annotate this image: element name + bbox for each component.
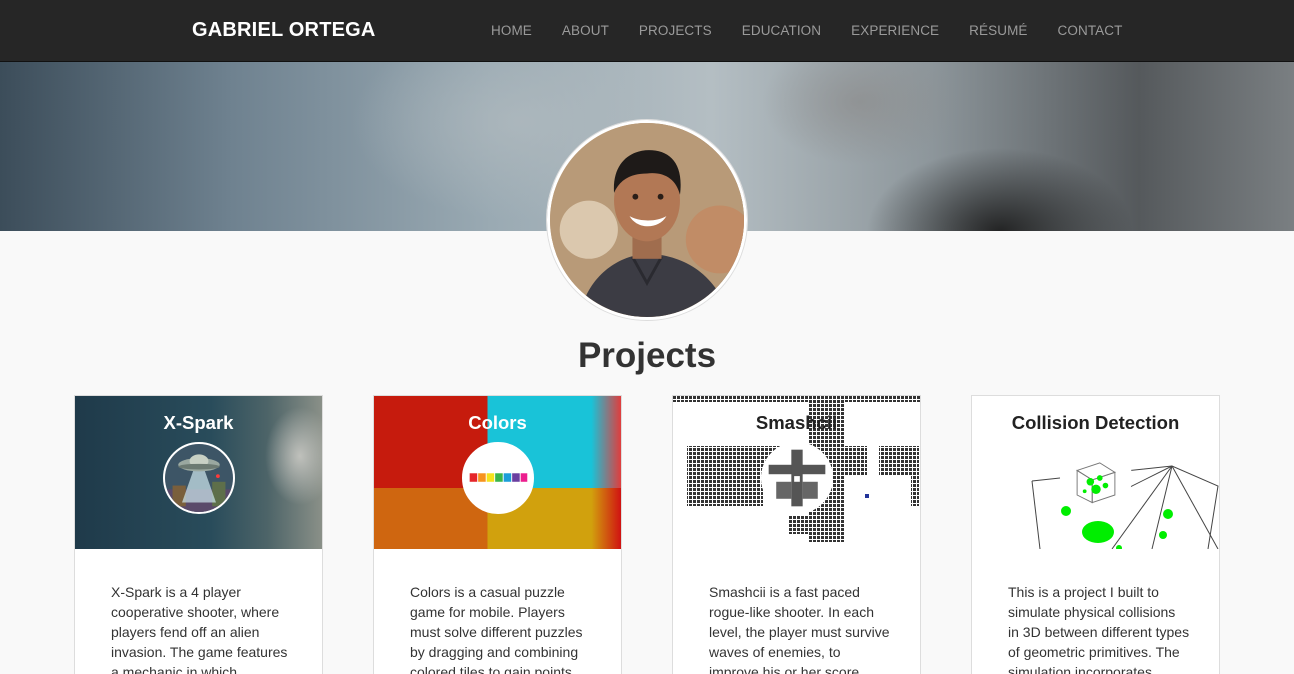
- project-title: Smashcii: [755, 412, 838, 433]
- nav-link-about[interactable]: ABOUT: [547, 0, 624, 61]
- nav-link-resume[interactable]: RÉSUMÉ: [954, 0, 1042, 61]
- project-card-smashcii[interactable]: Smashcii Smashcii is a fast paced rogue-…: [672, 395, 921, 674]
- project-title: Colors: [468, 412, 527, 433]
- nav-item-education: EDUCATION: [727, 0, 836, 62]
- nav-item-contact: CONTACT: [1043, 0, 1138, 62]
- profile-photo-image: [550, 123, 744, 317]
- project-card-header: X-Spark: [75, 396, 322, 549]
- smashcii-map-icon: [761, 442, 833, 514]
- project-description: Smashcii is a fast paced rogue-like shoo…: [709, 584, 890, 674]
- project-description: X-Spark is a 4 player cooperative shoote…: [111, 584, 288, 674]
- project-card-colors[interactable]: Colors Colors is a casual puzzle game fo…: [373, 395, 622, 674]
- project-card-collision-detection[interactable]: Collision Detection This is a project I …: [971, 395, 1220, 674]
- collision-cube-icon: [1060, 442, 1132, 514]
- project-description: This is a project I built to simulate ph…: [1008, 584, 1190, 674]
- nav-link-education[interactable]: EDUCATION: [727, 0, 836, 61]
- navbar: GABRIEL ORTEGA HOME ABOUT PROJECTS EDUCA…: [0, 0, 1294, 62]
- project-card-header: Collision Detection: [972, 396, 1219, 549]
- nav-item-experience: EXPERIENCE: [836, 0, 954, 62]
- nav-link-experience[interactable]: EXPERIENCE: [836, 0, 954, 61]
- nav-item-about: ABOUT: [547, 0, 624, 62]
- brand-link[interactable]: GABRIEL ORTEGA: [192, 19, 376, 42]
- profile-avatar: [547, 120, 747, 320]
- nav-item-projects: PROJECTS: [624, 0, 727, 62]
- nav-link-contact[interactable]: CONTACT: [1043, 0, 1138, 61]
- project-card-header: Colors: [374, 396, 621, 549]
- colors-logo-icon: [462, 442, 534, 514]
- nav-menu: HOME ABOUT PROJECTS EDUCATION EXPERIENCE…: [476, 0, 1137, 62]
- nav-item-home: HOME: [476, 0, 547, 62]
- project-title: Collision Detection: [1011, 412, 1180, 433]
- nav-item-resume: RÉSUMÉ: [954, 0, 1042, 62]
- nav-link-projects[interactable]: PROJECTS: [624, 0, 727, 61]
- nav-link-home[interactable]: HOME: [476, 0, 547, 61]
- project-title: X-Spark: [163, 412, 234, 433]
- ufo-icon: [163, 442, 235, 514]
- page-title: Projects: [577, 336, 717, 375]
- project-card-xspark[interactable]: X-Spark X-Spark is a 4 player cooperativ…: [74, 395, 323, 674]
- project-description: Colors is a casual puzzle game for mobil…: [410, 584, 583, 674]
- project-card-header: Smashcii: [673, 396, 920, 549]
